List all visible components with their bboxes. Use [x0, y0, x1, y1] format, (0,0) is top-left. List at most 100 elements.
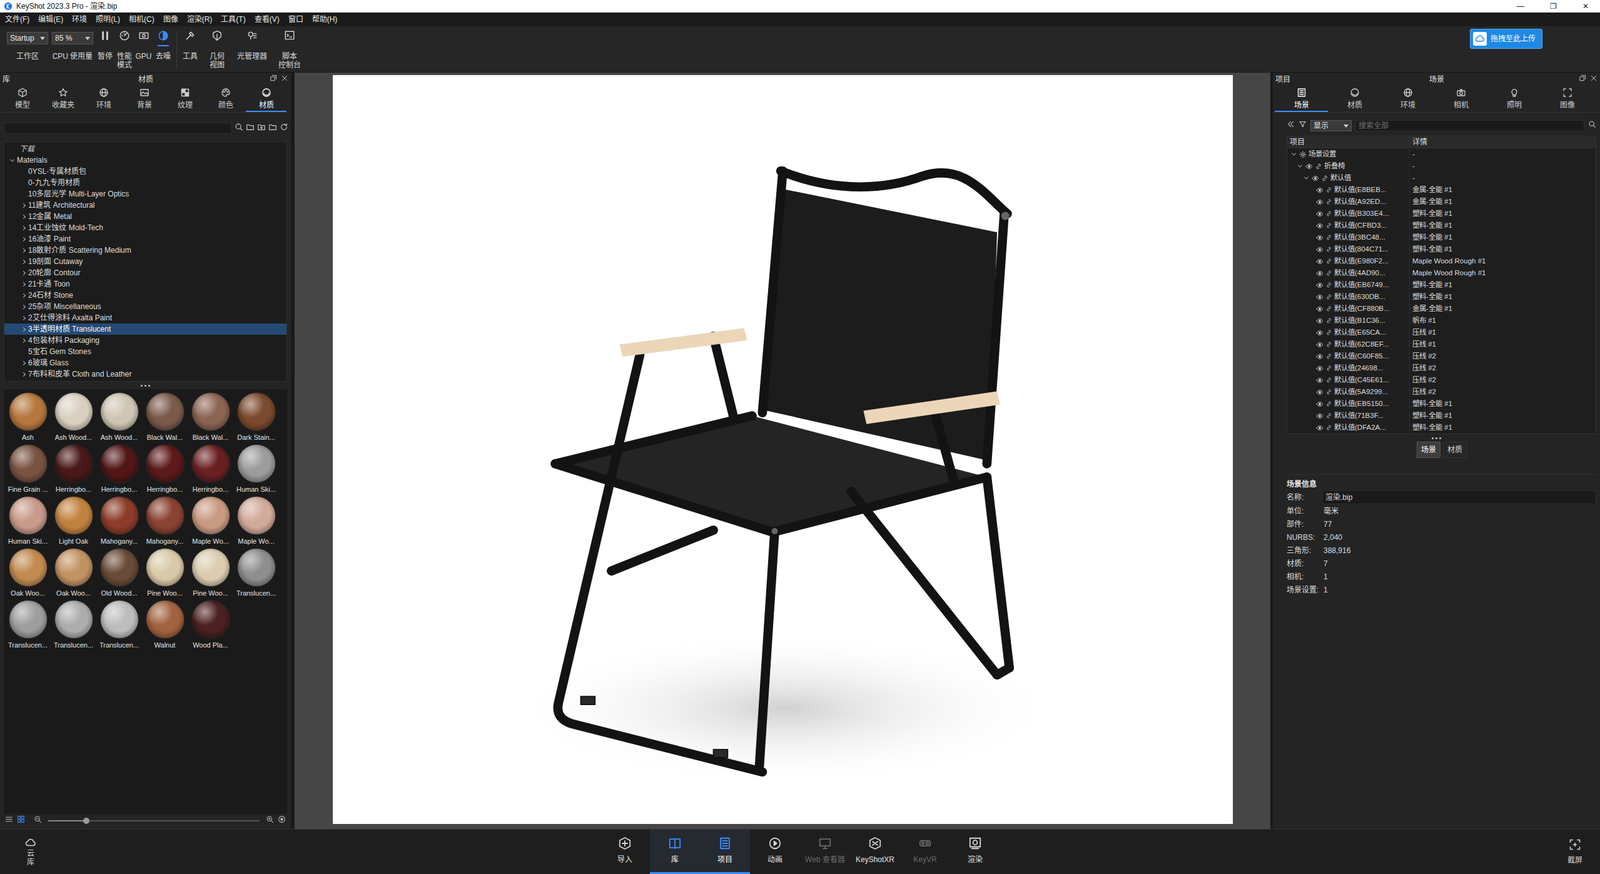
tree-row[interactable]: 16油漆 Paint [4, 233, 287, 245]
expand-arrow[interactable] [19, 178, 27, 187]
expand-arrow[interactable] [19, 370, 27, 378]
eye-icon[interactable] [1316, 412, 1324, 420]
scene-tree-row[interactable]: 默认值(24698...压线 #2 [1287, 362, 1596, 375]
expand-arrow[interactable] [19, 235, 27, 243]
locate-button[interactable] [277, 815, 286, 827]
resize-handle[interactable] [0, 381, 291, 390]
upload-button[interactable]: 拖拽至此上传 [1469, 28, 1543, 49]
expand-arrow[interactable] [19, 336, 27, 345]
menu-item[interactable]: 帮助(H) [307, 13, 343, 26]
tree-row[interactable]: 6玻璃 Glass [4, 357, 287, 369]
eye-icon[interactable] [1316, 352, 1324, 361]
eye-icon[interactable] [1316, 198, 1324, 206]
panel-tab[interactable]: 相机 [1434, 86, 1488, 112]
column-header[interactable]: 项目 [1287, 136, 1410, 148]
toolbar-item[interactable]: Startup工作区 [5, 31, 51, 71]
library-tool-button[interactable] [279, 122, 289, 135]
eye-icon[interactable] [1316, 210, 1324, 218]
eye-icon[interactable] [1316, 222, 1324, 230]
menu-item[interactable]: 渲染(R) [182, 13, 218, 26]
eye-icon[interactable] [1316, 329, 1324, 337]
expand-arrow[interactable] [19, 268, 27, 277]
expand-arrow[interactable] [1302, 174, 1310, 183]
material-thumbnail[interactable]: Herringbo... [50, 444, 97, 497]
display-filter-dropdown[interactable]: 显示 [1310, 120, 1352, 132]
scene-tree-row[interactable]: 默认值(62C8EF...压线 #1 [1287, 338, 1596, 351]
expand-arrow[interactable] [19, 257, 27, 266]
panel-tab[interactable]: 照明 [1487, 86, 1541, 112]
close-button[interactable]: ✕ [1571, 0, 1600, 12]
material-thumbnail[interactable]: Light Oak [50, 496, 97, 549]
collapse-button[interactable] [1286, 120, 1295, 132]
tree-row[interactable]: 24石材 Stone [4, 289, 287, 301]
undock-button[interactable] [269, 73, 278, 86]
toolbar-dropdown[interactable]: 85 % [51, 31, 94, 45]
material-thumbnail[interactable]: Black Wal... [141, 392, 188, 445]
eye-icon[interactable] [1316, 388, 1324, 396]
tree-row[interactable]: 25杂项 Miscellaneous [4, 300, 287, 313]
expand-arrow[interactable] [19, 313, 27, 322]
material-thumbnail[interactable]: Ash Wood... [96, 392, 142, 445]
library-tool-button[interactable] [245, 122, 255, 135]
eye-icon[interactable] [1316, 269, 1324, 278]
scene-tree-row[interactable]: 默认值(EB6749...塑料-全能 #1 [1287, 278, 1596, 291]
material-thumbnail[interactable]: Ash [5, 392, 51, 445]
toolbar-item[interactable]: 工具 [180, 31, 200, 69]
panel-tab[interactable]: 收藏夹 [42, 86, 84, 112]
menu-item[interactable]: 相机(C) [124, 13, 159, 26]
dock-button[interactable]: 渲染 [950, 829, 1001, 874]
material-thumbnail[interactable]: Human Ski... [233, 444, 279, 497]
material-thumbnail[interactable]: Mahogany... [96, 496, 142, 549]
toolbar-item[interactable]: 暂停 [95, 31, 115, 71]
toolbar-button[interactable] [118, 30, 131, 47]
material-thumbnail[interactable]: Pine Woo... [187, 548, 234, 601]
material-thumbnail[interactable]: Old Wood... [96, 548, 142, 601]
panel-tab[interactable]: 模型 [1, 86, 43, 112]
material-thumbnail[interactable]: Herringbo... [141, 444, 188, 497]
filter-button[interactable] [1298, 120, 1307, 132]
expand-arrow[interactable] [19, 223, 27, 232]
tree-row[interactable]: 4包装材料 Packaging [4, 334, 287, 346]
scene-tree-row[interactable]: 默认值(630DB...塑料-全能 #1 [1287, 290, 1596, 303]
minimize-button[interactable]: — [1506, 0, 1535, 12]
expand-arrow[interactable] [1296, 162, 1304, 171]
menu-item[interactable]: 图像 [158, 13, 183, 26]
eye-icon[interactable] [1316, 233, 1324, 242]
toolbar-button[interactable] [138, 30, 150, 47]
tree-row[interactable]: Materials [4, 154, 287, 166]
name-field[interactable]: 渲染.bip [1322, 490, 1597, 505]
expand-arrow[interactable] [19, 212, 27, 221]
expand-arrow[interactable] [19, 246, 27, 254]
column-header[interactable]: 详情 [1409, 136, 1596, 148]
expand-arrow[interactable] [19, 302, 27, 311]
maximize-button[interactable]: ❐ [1538, 0, 1568, 12]
close-button[interactable] [280, 73, 289, 86]
toolbar-button[interactable] [184, 30, 196, 47]
panel-tab[interactable]: 场景 [1274, 86, 1328, 112]
scene-tree-row[interactable]: 默认值(A92ED...金属-全能 #1 [1287, 195, 1596, 208]
eye-icon[interactable] [1316, 293, 1324, 301]
menu-item[interactable]: 照明(L) [91, 13, 125, 26]
scene-tree-row[interactable]: 默认值(E65CA...压线 #1 [1287, 326, 1596, 339]
dock-button[interactable]: KeyShotXR [850, 829, 901, 874]
scene-tree-row[interactable]: 默认值(B303E4...塑料-全能 #1 [1287, 207, 1596, 220]
tree-row[interactable]: 20轮廓 Contour [4, 267, 287, 279]
tree-row[interactable]: 3半透明材质 Translucent [4, 323, 287, 335]
scene-tree-row[interactable]: 默认值(E8BEB...金属-全能 #1 [1287, 183, 1596, 196]
material-thumbnail[interactable]: Ash Wood... [50, 392, 97, 445]
eye-icon[interactable] [1316, 424, 1324, 432]
panel-tab[interactable]: 颜色 [205, 86, 246, 112]
material-thumbnail[interactable]: Walnut [141, 600, 188, 653]
panel-tab[interactable]: 环境 [83, 86, 124, 112]
expand-arrow[interactable] [1289, 150, 1298, 159]
tree-row[interactable]: 11建筑 Architectural [4, 199, 287, 211]
scene-tree-row[interactable]: 默认值(71B3F...塑料-全能 #1 [1287, 409, 1596, 422]
render-view[interactable] [332, 75, 1233, 824]
expand-arrow[interactable] [8, 156, 16, 164]
toolbar-button[interactable] [283, 30, 296, 47]
library-tool-button[interactable] [234, 122, 244, 135]
view-mode-button[interactable] [16, 815, 26, 827]
search-button[interactable] [1588, 120, 1597, 132]
zoom-out-button[interactable] [33, 815, 42, 827]
eye-icon[interactable] [1316, 400, 1324, 408]
